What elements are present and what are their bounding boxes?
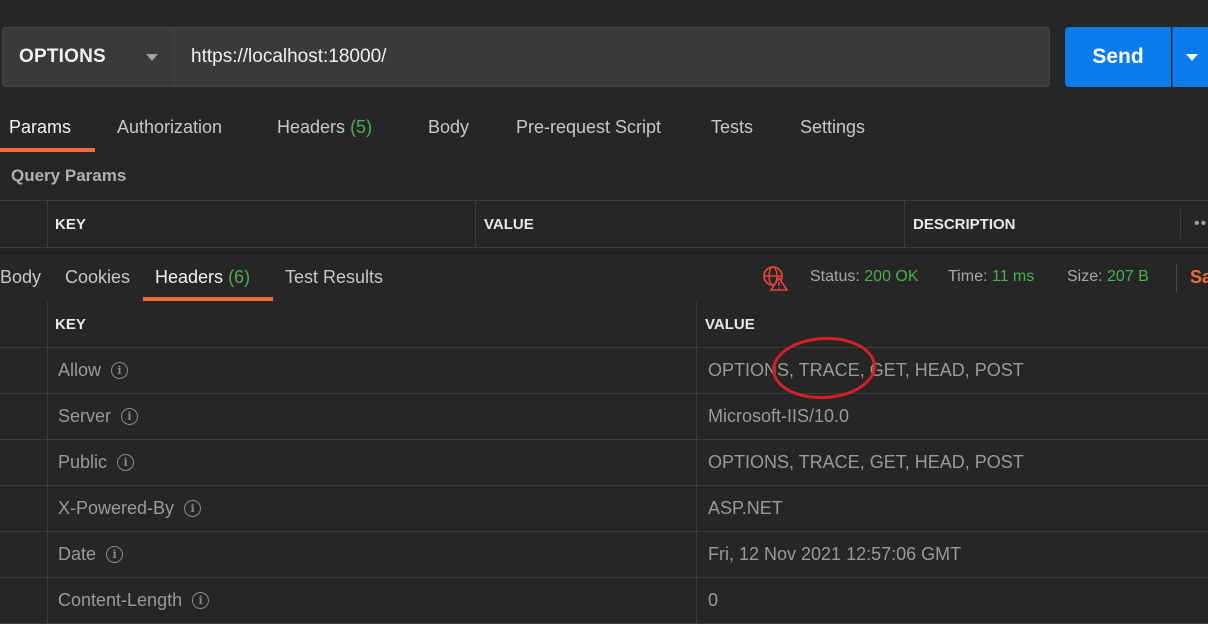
column-header-value: VALUE: [705, 316, 755, 333]
divider: [1176, 264, 1177, 292]
chevron-down-icon: [1186, 54, 1198, 61]
query-params-title: Query Params: [11, 166, 127, 185]
headers-count: (6): [228, 267, 251, 287]
column-header-key: KEY: [55, 316, 86, 333]
headers-count: (5): [350, 117, 373, 137]
table-row: Content-Length i 0: [0, 578, 1208, 624]
send-label: Send: [1092, 45, 1144, 68]
tab-label: Body: [428, 117, 470, 137]
tab-label: Tests: [711, 117, 754, 137]
save-response-button[interactable]: Sa: [1190, 267, 1208, 288]
tab-params[interactable]: Params: [9, 117, 71, 152]
method-label: OPTIONS: [19, 46, 106, 67]
tab-label: Headers: [155, 267, 224, 287]
column-divider: [475, 201, 476, 247]
tab-label: Cookies: [65, 267, 131, 287]
header-key: Server i: [58, 394, 139, 439]
header-value: Fri, 12 Nov 2021 12:57:06 GMT: [708, 544, 962, 564]
method-select[interactable]: OPTIONS: [2, 27, 174, 87]
status-label: Status:: [810, 268, 860, 285]
column-divider: [904, 201, 905, 247]
status-value: 200 OK: [864, 268, 919, 285]
response-headers-table: KEY VALUE Allow i OPTIONS, TRACE, GET, HE…: [0, 302, 1208, 624]
send-dropdown-button[interactable]: [1172, 27, 1208, 87]
chevron-down-icon: [146, 54, 158, 61]
header-key-text: Allow: [58, 360, 102, 380]
header-key-text: Content-Length: [58, 590, 183, 610]
time-indicator: Time: 11 ms: [948, 268, 1034, 286]
table-row: X-Powered-By i ASP.NET: [0, 486, 1208, 532]
column-header-key: KEY: [55, 215, 86, 233]
table-header-row: KEY VALUE: [0, 302, 1208, 348]
header-value: Microsoft-IIS/10.0: [708, 406, 850, 426]
globe-error-icon[interactable]: [762, 265, 788, 291]
column-divider: [1180, 209, 1181, 239]
response-tab-cookies[interactable]: Cookies: [65, 267, 130, 288]
header-value: OPTIONS, TRACE, GET, HEAD, POST: [708, 360, 1024, 380]
column-divider: [47, 201, 48, 247]
info-icon[interactable]: i: [111, 362, 129, 379]
time-label: Time:: [948, 268, 988, 285]
header-key: Public i: [58, 440, 135, 485]
active-tab-indicator: [143, 297, 273, 301]
header-key: Date i: [58, 532, 124, 577]
query-params-table: KEY VALUE DESCRIPTION ••: [0, 200, 1208, 248]
more-options-icon[interactable]: ••: [1194, 215, 1207, 233]
tab-label: Body: [0, 267, 42, 287]
tab-label: Authorization: [117, 117, 223, 137]
tab-settings[interactable]: Settings: [800, 117, 865, 152]
size-indicator: Size: 207 B: [1067, 268, 1149, 286]
header-value: 0: [708, 590, 719, 610]
tab-tests[interactable]: Tests: [711, 117, 753, 152]
table-row: Date i Fri, 12 Nov 2021 12:57:06 GMT: [0, 532, 1208, 578]
table-row: Allow i OPTIONS, TRACE, GET, HEAD, POST: [0, 348, 1208, 394]
response-tab-test-results[interactable]: Test Results: [285, 267, 383, 288]
tab-body[interactable]: Body: [428, 117, 469, 152]
header-key-text: X-Powered-By: [58, 498, 175, 518]
status-indicator: Status: 200 OK: [810, 268, 919, 286]
info-icon[interactable]: i: [192, 592, 210, 609]
header-key: Content-Length i: [58, 578, 210, 623]
info-icon[interactable]: i: [117, 454, 135, 471]
url-input[interactable]: [174, 27, 1050, 87]
header-value: OPTIONS, TRACE, GET, HEAD, POST: [708, 452, 1024, 472]
info-icon[interactable]: i: [121, 408, 139, 425]
tab-authorization[interactable]: Authorization: [117, 117, 222, 152]
tab-label: Test Results: [285, 267, 384, 287]
response-tab-body[interactable]: Body: [0, 267, 41, 288]
tab-label: Params: [9, 117, 72, 137]
active-tab-indicator: [0, 148, 95, 152]
header-key-text: Date: [58, 544, 97, 564]
tab-headers[interactable]: Headers (5): [277, 117, 372, 152]
size-value: 207 B: [1107, 268, 1149, 285]
tab-pre-request-script[interactable]: Pre-request Script: [516, 117, 661, 152]
column-header-value: VALUE: [484, 215, 534, 233]
table-row: Public i OPTIONS, TRACE, GET, HEAD, POST: [0, 440, 1208, 486]
header-key-text: Public: [58, 452, 108, 472]
tab-label: Pre-request Script: [516, 117, 662, 137]
info-icon[interactable]: i: [106, 546, 124, 563]
header-key: Allow i: [58, 348, 129, 393]
response-tab-headers[interactable]: Headers (6): [155, 267, 250, 288]
pane-resize-handle[interactable]: [0, 251, 1208, 254]
info-icon[interactable]: i: [184, 500, 202, 517]
header-key-text: Server: [58, 406, 112, 426]
size-label: Size:: [1067, 268, 1103, 285]
tab-label: Headers: [277, 117, 346, 137]
column-header-description: DESCRIPTION: [913, 215, 1016, 233]
time-value: 11 ms: [991, 268, 1035, 285]
send-button[interactable]: Send: [1065, 27, 1171, 87]
tab-label: Settings: [800, 117, 866, 137]
header-key: X-Powered-By i: [58, 486, 202, 531]
header-value: ASP.NET: [708, 498, 783, 518]
table-row: Server i Microsoft-IIS/10.0: [0, 394, 1208, 440]
